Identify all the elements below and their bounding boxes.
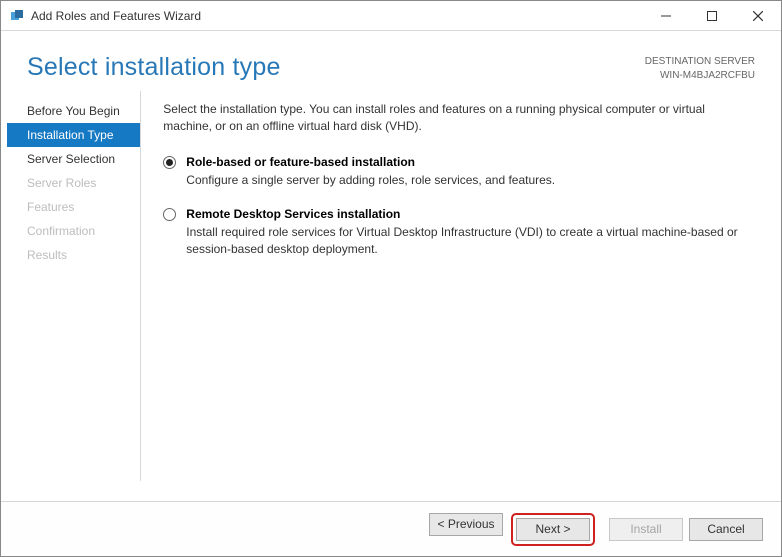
close-button[interactable] [735,1,781,31]
step-confirmation: Confirmation [7,219,140,243]
intro-text: Select the installation type. You can in… [163,101,755,136]
step-installation-type[interactable]: Installation Type [7,123,140,147]
destination-name: WIN-M4BJA2RCFBU [645,69,755,83]
page-title: Select installation type [27,53,281,82]
destination-label: DESTINATION SERVER [645,55,755,69]
option-role-based[interactable]: Role-based or feature-based installation… [163,154,755,190]
destination-server: DESTINATION SERVER WIN-M4BJA2RCFBU [645,55,755,83]
option-rds-desc: Install required role services for Virtu… [186,224,755,259]
next-button[interactable]: Next > [516,518,590,541]
prev-next-group: < Previous Next > [429,513,603,546]
option-rds-title: Remote Desktop Services installation [186,206,755,223]
body: Before You Begin Installation Type Serve… [1,91,781,501]
radio-rds[interactable] [163,208,176,221]
previous-button[interactable]: < Previous [429,513,503,536]
next-button-highlight: Next > [511,513,595,546]
install-button: Install [609,518,683,541]
titlebar: Add Roles and Features Wizard [1,1,781,31]
option-rds[interactable]: Remote Desktop Services installation Ins… [163,206,755,259]
radio-role-based[interactable] [163,156,176,169]
maximize-button[interactable] [689,1,735,31]
content-pane: Select the installation type. You can in… [141,91,781,501]
option-role-based-desc: Configure a single server by adding role… [186,172,755,189]
step-server-roles: Server Roles [7,171,140,195]
wizard-window: Add Roles and Features Wizard Select ins… [0,0,782,557]
window-title: Add Roles and Features Wizard [31,9,201,23]
step-features: Features [7,195,140,219]
step-results: Results [7,243,140,267]
step-before-you-begin[interactable]: Before You Begin [7,99,140,123]
option-role-based-title: Role-based or feature-based installation [186,154,755,171]
header: Select installation type DESTINATION SER… [1,31,781,91]
footer: < Previous Next > Install Cancel [1,501,781,556]
step-server-selection[interactable]: Server Selection [7,147,140,171]
wizard-steps-sidebar: Before You Begin Installation Type Serve… [7,91,141,481]
app-icon [9,8,25,24]
minimize-button[interactable] [643,1,689,31]
cancel-button[interactable]: Cancel [689,518,763,541]
